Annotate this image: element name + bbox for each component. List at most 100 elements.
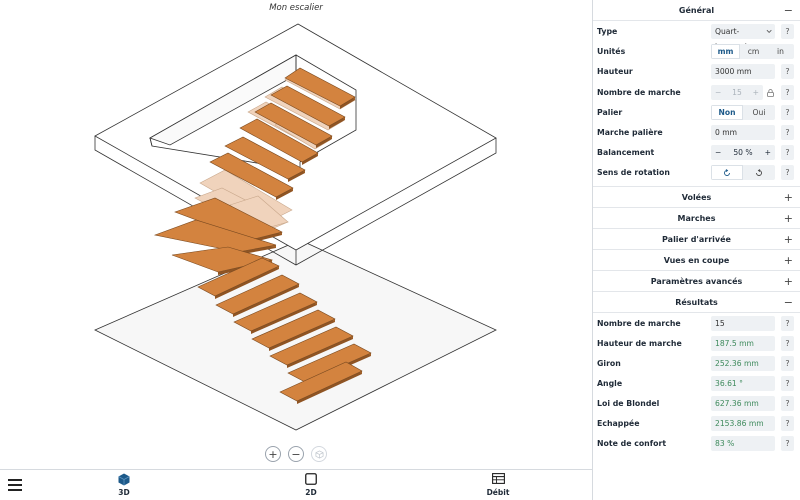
row-type: Type Quart-tournant ? [593, 21, 800, 51]
row-steps: Nombre de marche − 15 + ? [593, 82, 800, 102]
landing-toggle[interactable]: Non Oui [711, 104, 775, 120]
result-label: Angle [597, 378, 623, 388]
rotate-counterclockwise-icon [756, 168, 762, 176]
row-height: Hauteur 3000 mm ? [593, 61, 800, 81]
zoom-in-button[interactable]: + [265, 446, 281, 462]
help-button[interactable]: ? [781, 124, 794, 140]
section-vues-coupe-title: Vues en coupe [663, 255, 730, 265]
section-palier-arrivee-title: Palier d'arrivée [662, 234, 731, 244]
section-volees-header[interactable]: Volées + [593, 187, 800, 208]
height-label: Hauteur [597, 67, 633, 77]
help-button[interactable]: ? [781, 415, 794, 431]
landing-label: Palier [597, 107, 623, 117]
row-rotation: Sens de rotation ? [593, 162, 800, 182]
section-resultats-title: Résultats [675, 297, 718, 307]
staircase-3d-model[interactable] [0, 0, 592, 469]
section-marches-header[interactable]: Marches + [593, 208, 800, 229]
steps-increment-button[interactable]: + [753, 85, 759, 100]
type-value: Quart-tournant [715, 27, 748, 51]
result-row: Nombre de marche 15? [593, 313, 800, 333]
result-label: Nombre de marche [597, 318, 681, 328]
balance-increment-button[interactable]: + [765, 145, 771, 160]
type-label: Type [597, 27, 618, 36]
expand-icon[interactable]: + [784, 208, 793, 229]
collapse-icon[interactable]: − [784, 292, 793, 313]
rotation-counterclockwise-option[interactable] [743, 165, 775, 180]
section-parametres-avances-title: Paramètres avancés [650, 276, 743, 286]
help-button[interactable]: ? [781, 395, 794, 411]
landing-option-oui[interactable]: Oui [743, 105, 775, 120]
section-volees-title: Volées [681, 192, 712, 202]
section-marches-title: Marches [677, 213, 716, 223]
hamburger-menu-button[interactable] [8, 479, 22, 491]
units-toggle[interactable]: mm cm in [711, 44, 794, 60]
result-value: 2153.86 mm [711, 415, 775, 431]
result-value: 36.61 ° [711, 375, 775, 391]
help-button[interactable]: ? [781, 355, 794, 371]
lock-icon[interactable] [767, 88, 774, 97]
cube-outline-icon [315, 449, 323, 459]
units-option-mm[interactable]: mm [711, 44, 740, 60]
landing-option-non[interactable]: Non [711, 104, 743, 120]
help-button[interactable]: ? [781, 24, 794, 39]
row-units: Unités mm cm in [593, 41, 800, 61]
rotation-label: Sens de rotation [597, 168, 670, 178]
steps-label: Nombre de marche [597, 87, 681, 97]
result-label: Loi de Blondel [597, 398, 660, 408]
help-button[interactable]: ? [781, 145, 794, 161]
result-value: 627.36 mm [711, 395, 775, 411]
landing-step-input[interactable]: 0 mm [711, 124, 775, 140]
result-row: Giron 252.36 mm? [593, 353, 800, 373]
reset-view-button[interactable] [311, 446, 327, 462]
chevron-down-icon [766, 29, 772, 33]
settings-panel: Général − Type Quart-tournant ? Unités m… [592, 0, 800, 500]
tab-2d[interactable]: 2D [281, 473, 341, 497]
help-button[interactable]: ? [781, 435, 794, 451]
section-general-header[interactable]: Général − [593, 0, 800, 21]
expand-icon[interactable]: + [784, 271, 793, 292]
tab-debit[interactable]: Débit [468, 473, 528, 497]
help-button[interactable]: ? [781, 375, 794, 391]
tab-debit-label: Débit [486, 488, 510, 497]
landing-step-label: Marche palière [597, 127, 663, 137]
result-row: Hauteur de marche 187.5 mm? [593, 333, 800, 353]
section-vues-coupe-header[interactable]: Vues en coupe + [593, 250, 800, 271]
help-button[interactable]: ? [781, 84, 794, 100]
units-option-in[interactable]: in [767, 44, 794, 59]
steps-stepper[interactable]: − 15 + [711, 84, 763, 100]
result-row: Note de confort 83 %? [593, 433, 800, 453]
expand-icon[interactable]: + [784, 229, 793, 250]
result-label: Note de confort [597, 438, 667, 448]
section-general-title: Général [678, 6, 715, 15]
square-icon [305, 473, 317, 485]
help-button[interactable]: ? [781, 104, 794, 120]
rotation-clockwise-option[interactable] [711, 165, 743, 181]
rotate-clockwise-icon [724, 168, 730, 176]
balance-stepper[interactable]: − 50 % + [711, 145, 775, 161]
height-input[interactable]: 3000 mm [711, 64, 775, 80]
help-button[interactable]: ? [781, 315, 794, 331]
zoom-out-button[interactable]: − [288, 446, 304, 462]
result-label: Echappée [597, 418, 640, 428]
units-option-cm[interactable]: cm [740, 44, 767, 59]
section-palier-arrivee-header[interactable]: Palier d'arrivée + [593, 229, 800, 250]
tab-3d-label: 3D [118, 488, 130, 497]
result-value: 15 [711, 315, 775, 331]
section-resultats-header[interactable]: Résultats − [593, 292, 800, 313]
expand-icon[interactable]: + [784, 250, 793, 271]
tab-2d-label: 2D [305, 488, 317, 497]
tab-3d[interactable]: 3D [94, 473, 154, 497]
help-button[interactable]: ? [781, 64, 794, 80]
help-button[interactable]: ? [781, 335, 794, 351]
expand-icon[interactable]: + [784, 187, 793, 208]
row-landing: Palier Non Oui ? [593, 102, 800, 122]
type-select[interactable]: Quart-tournant [711, 24, 775, 51]
collapse-icon[interactable]: − [784, 0, 793, 21]
3d-viewport[interactable]: Mon escalier + − [0, 0, 592, 469]
row-landing-step: Marche palière 0 mm ? [593, 122, 800, 142]
result-label: Giron [597, 358, 621, 368]
section-parametres-avances-header[interactable]: Paramètres avancés + [593, 271, 800, 292]
help-button[interactable]: ? [781, 165, 794, 181]
results-list: Nombre de marche 15? Hauteur de marche 187.… [593, 313, 800, 453]
rotation-toggle[interactable] [711, 165, 775, 181]
